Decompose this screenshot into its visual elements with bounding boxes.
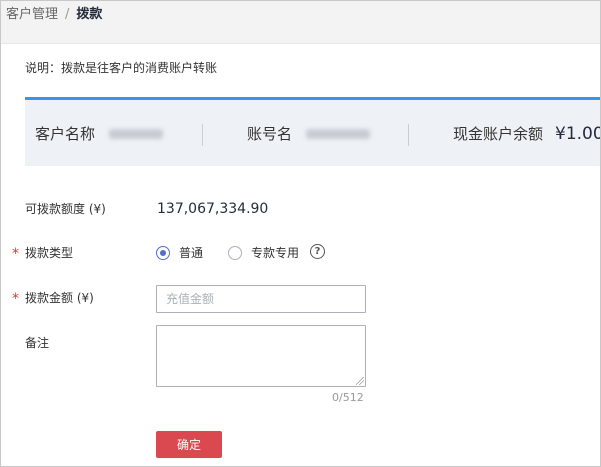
customer-name-redacted: [109, 129, 164, 139]
available-amount-label: 可拨款额度 (¥): [25, 202, 106, 216]
breadcrumb-separator: /: [65, 7, 70, 22]
allocation-amount-input[interactable]: [156, 285, 366, 313]
radio-button-normal[interactable]: [156, 245, 170, 260]
remark-label: 备注: [25, 336, 50, 350]
customer-name-label: 客户名称: [35, 125, 96, 143]
cash-balance-value: ¥1.00: [555, 124, 600, 144]
account-name-redacted: [306, 129, 371, 139]
question-circle-icon[interactable]: ?: [310, 244, 325, 259]
radio-label-dedicated: 专款专用: [251, 246, 300, 260]
remark-textarea[interactable]: [156, 325, 366, 387]
allocation-type-label: 拨款类型: [25, 246, 74, 260]
radio-button-dedicated[interactable]: [228, 245, 242, 260]
account-name-label: 账号名: [247, 125, 293, 143]
required-asterisk: *: [12, 246, 19, 262]
account-name-field: 账号名: [247, 124, 371, 144]
top-bar: 客户管理 / 拨款: [1, 1, 600, 44]
cash-balance-field: 现金账户余额 ¥1.00: [453, 124, 600, 144]
cash-balance-label: 现金账户余额: [453, 125, 544, 143]
account-info-card: 客户名称 账号名 现金账户余额 ¥1.00: [25, 97, 600, 166]
remark-char-counter: 0/512: [332, 391, 364, 404]
description-text: 说明：拨款是往客户的消费账户转账: [25, 61, 218, 75]
confirm-button[interactable]: 确定: [156, 431, 222, 458]
main-window: 客户管理 / 拨款 说明：拨款是往客户的消费账户转账 客户名称 账号名 现金账户…: [0, 0, 601, 467]
info-divider: [202, 124, 203, 146]
breadcrumb-customer-management[interactable]: 客户管理: [6, 7, 58, 23]
customer-name-field: 客户名称: [35, 124, 164, 144]
breadcrumb-current-page: 拨款: [76, 7, 103, 22]
resize-grip-icon[interactable]: [356, 377, 364, 385]
allocation-amount-label: 拨款金额 (¥): [25, 291, 94, 305]
info-divider: [408, 124, 409, 146]
required-asterisk: *: [12, 291, 19, 307]
breadcrumb: 客户管理 / 拨款: [6, 7, 102, 23]
radio-option-normal[interactable]: 普通: [156, 244, 203, 261]
radio-option-dedicated[interactable]: 专款专用: [228, 244, 299, 261]
radio-label-normal: 普通: [179, 246, 204, 260]
available-amount-value: 137,067,334.90: [157, 201, 269, 217]
